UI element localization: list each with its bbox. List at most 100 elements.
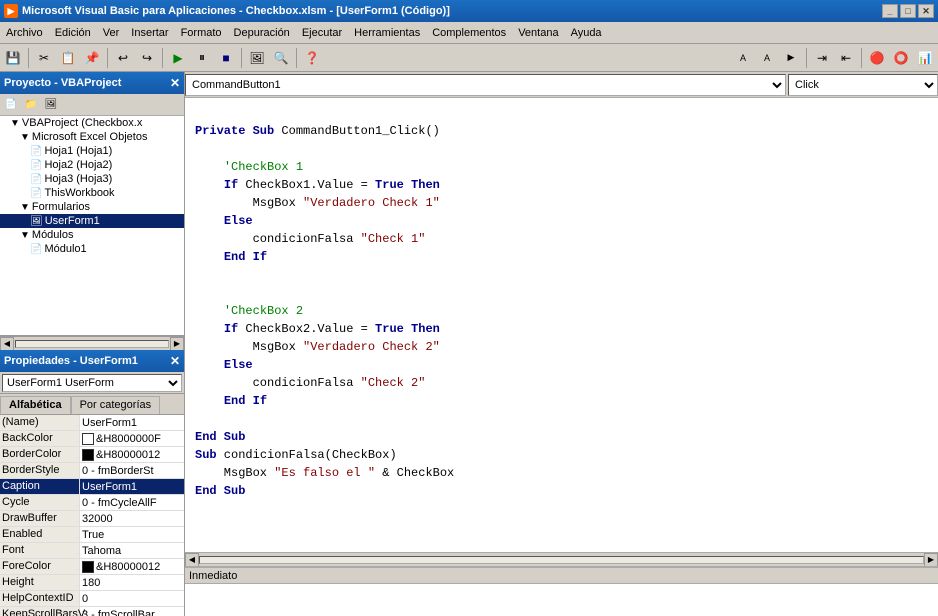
menu-depuracion[interactable]: Depuración bbox=[228, 25, 296, 41]
project-scrollbar: ◀ ▶ bbox=[0, 336, 184, 350]
toolbar-outdent[interactable]: ⇤ bbox=[835, 47, 857, 69]
menu-ejecutar[interactable]: Ejecutar bbox=[296, 25, 348, 41]
menu-ventana[interactable]: Ventana bbox=[512, 25, 564, 41]
toolbar-cut[interactable]: ✂ bbox=[33, 47, 55, 69]
toolbar-r3[interactable]: ▶ bbox=[780, 47, 802, 69]
toolbar-r2[interactable]: A bbox=[756, 47, 778, 69]
close-button[interactable]: ✕ bbox=[918, 4, 934, 18]
menu-ver[interactable]: Ver bbox=[97, 25, 126, 41]
toolbar-userform[interactable]: 🖼 bbox=[246, 47, 268, 69]
tree-item-modulo1[interactable]: 📄 Módulo1 bbox=[0, 242, 184, 256]
tree-item-modulos[interactable]: ▼ Módulos bbox=[0, 228, 184, 242]
code-line-11 bbox=[195, 284, 928, 302]
tree-item-label: ThisWorkbook bbox=[44, 187, 114, 199]
properties-object-combo[interactable]: UserForm1 UserForm bbox=[2, 374, 182, 392]
tree-btn-3[interactable]: 🖼 bbox=[42, 96, 60, 114]
menu-archivo[interactable]: Archivo bbox=[0, 25, 49, 41]
toolbar-copy[interactable]: 📋 bbox=[57, 47, 79, 69]
hscroll-right[interactable]: ▶ bbox=[924, 553, 938, 567]
prop-value-cycle[interactable]: 0 - fmCycleAllF bbox=[80, 495, 184, 510]
tree-item-thisworkbook[interactable]: 📄 ThisWorkbook bbox=[0, 186, 184, 200]
prop-value-font[interactable]: Tahoma bbox=[80, 543, 184, 558]
prop-value-forecolor[interactable]: &H80000012 bbox=[80, 559, 184, 574]
menu-edicion[interactable]: Edición bbox=[49, 25, 97, 41]
code-footer: ◀ ▶ bbox=[185, 552, 938, 566]
tree-btn-2[interactable]: 📁 bbox=[22, 96, 40, 114]
menu-complementos[interactable]: Complementos bbox=[426, 25, 512, 41]
tree-item-userform1[interactable]: 🖼 UserForm1 bbox=[0, 214, 184, 228]
userform1-icon: 🖼 bbox=[30, 216, 43, 227]
prop-value-name[interactable]: UserForm1 bbox=[80, 415, 184, 430]
toolbar-sep-4 bbox=[241, 48, 242, 68]
toolbar-undo[interactable]: ↩ bbox=[112, 47, 134, 69]
toolbar-help[interactable]: ❓ bbox=[301, 47, 323, 69]
properties-close-button[interactable]: ✕ bbox=[170, 354, 180, 368]
tab-porcategorias[interactable]: Por categorías bbox=[71, 396, 161, 414]
code-panel: CommandButton1 Click Private Sub Command… bbox=[185, 72, 938, 616]
tree-btn-1[interactable]: 📄 bbox=[2, 96, 20, 114]
tree-item-excelobjetos[interactable]: ▼ Microsoft Excel Objetos bbox=[0, 130, 184, 144]
prop-value-keepscrollbars[interactable]: 3 - fmScrollBar bbox=[80, 607, 184, 616]
code-line-6: MsgBox "Verdadero Check 1" bbox=[195, 194, 928, 212]
prop-name-helpcontextid: HelpContextID bbox=[0, 591, 80, 606]
code-editor[interactable]: Private Sub CommandButton1_Click() 'Chec… bbox=[185, 98, 938, 552]
prop-value-drawbuffer[interactable]: 32000 bbox=[80, 511, 184, 526]
toolbar-objectbrowser[interactable]: 🔍 bbox=[270, 47, 292, 69]
tree-item-hoja1[interactable]: 📄 Hoja1 (Hoja1) bbox=[0, 144, 184, 158]
toolbar-toggle-bp[interactable]: 🔴 bbox=[866, 47, 888, 69]
toolbar-save[interactable]: 💾 bbox=[2, 47, 24, 69]
code-line-3 bbox=[195, 140, 928, 158]
prop-value-caption[interactable]: UserForm1 bbox=[80, 479, 184, 494]
menu-insertar[interactable]: Insertar bbox=[125, 25, 174, 41]
code-line-4: 'CheckBox 1 bbox=[195, 158, 928, 176]
object-combo[interactable]: CommandButton1 bbox=[185, 74, 786, 96]
prop-value-helpcontextid[interactable]: 0 bbox=[80, 591, 184, 606]
hoja2-icon: 📄 bbox=[30, 160, 42, 171]
toolbar-r6[interactable]: 📊 bbox=[914, 47, 936, 69]
prop-value-borderstyle[interactable]: 0 - fmBorderSt bbox=[80, 463, 184, 478]
title-bar-left: ▶ Microsoft Visual Basic para Aplicacion… bbox=[4, 4, 450, 18]
prop-value-backcolor[interactable]: &H8000000F bbox=[80, 431, 184, 446]
toolbar-stop[interactable]: ■ bbox=[215, 47, 237, 69]
tree-item-hoja3[interactable]: 📄 Hoja3 (Hoja3) bbox=[0, 172, 184, 186]
code-line-15: Else bbox=[195, 356, 928, 374]
minimize-button[interactable]: _ bbox=[882, 4, 898, 18]
title-text: Microsoft Visual Basic para Aplicaciones… bbox=[22, 5, 450, 17]
toolbar-pause[interactable]: ⏸ bbox=[191, 47, 213, 69]
code-line-19: End Sub bbox=[195, 428, 928, 446]
prop-value-enabled[interactable]: True bbox=[80, 527, 184, 542]
modulo1-icon: 📄 bbox=[30, 244, 42, 255]
scroll-right[interactable]: ▶ bbox=[170, 337, 184, 351]
prop-name-enabled: Enabled bbox=[0, 527, 80, 542]
maximize-button[interactable]: □ bbox=[900, 4, 916, 18]
event-combo[interactable]: Click bbox=[788, 74, 938, 96]
tree-item-hoja2[interactable]: 📄 Hoja2 (Hoja2) bbox=[0, 158, 184, 172]
prop-value-bordercolor[interactable]: &H80000012 bbox=[80, 447, 184, 462]
code-line-2: Private Sub CommandButton1_Click() bbox=[195, 122, 928, 140]
toolbar-r1[interactable]: A bbox=[732, 47, 754, 69]
menu-ayuda[interactable]: Ayuda bbox=[565, 25, 608, 41]
prop-row-bordercolor: BorderColor &H80000012 bbox=[0, 447, 184, 463]
prop-name-font: Font bbox=[0, 543, 80, 558]
tree-item-vbaproject[interactable]: ▼ VBAProject (Checkbox.x bbox=[0, 116, 184, 130]
toolbar-indent[interactable]: ⇥ bbox=[811, 47, 833, 69]
menu-formato[interactable]: Formato bbox=[175, 25, 228, 41]
toolbar-paste[interactable]: 📌 bbox=[81, 47, 103, 69]
tree-item-label: UserForm1 bbox=[45, 215, 100, 227]
toolbar-clear-bp[interactable]: ⭕ bbox=[890, 47, 912, 69]
code-line-21: MsgBox "Es falso el " & CheckBox bbox=[195, 464, 928, 482]
toolbar-redo[interactable]: ↪ bbox=[136, 47, 158, 69]
toolbar-run[interactable]: ▶ bbox=[167, 47, 189, 69]
menu-herramientas[interactable]: Herramientas bbox=[348, 25, 426, 41]
prop-row-helpcontextid: HelpContextID 0 bbox=[0, 591, 184, 607]
hscroll-left[interactable]: ◀ bbox=[185, 553, 199, 567]
project-close-button[interactable]: ✕ bbox=[170, 76, 180, 90]
title-bar: ▶ Microsoft Visual Basic para Aplicacion… bbox=[0, 0, 938, 22]
tree-item-formularios[interactable]: ▼ Formularios bbox=[0, 200, 184, 214]
toolbar-sep-r2 bbox=[861, 48, 862, 68]
scroll-track[interactable] bbox=[15, 340, 169, 348]
hscroll-track[interactable] bbox=[199, 556, 924, 564]
prop-value-height[interactable]: 180 bbox=[80, 575, 184, 590]
tab-alfabetica[interactable]: Alfabética bbox=[0, 396, 71, 414]
scroll-left[interactable]: ◀ bbox=[0, 337, 14, 351]
